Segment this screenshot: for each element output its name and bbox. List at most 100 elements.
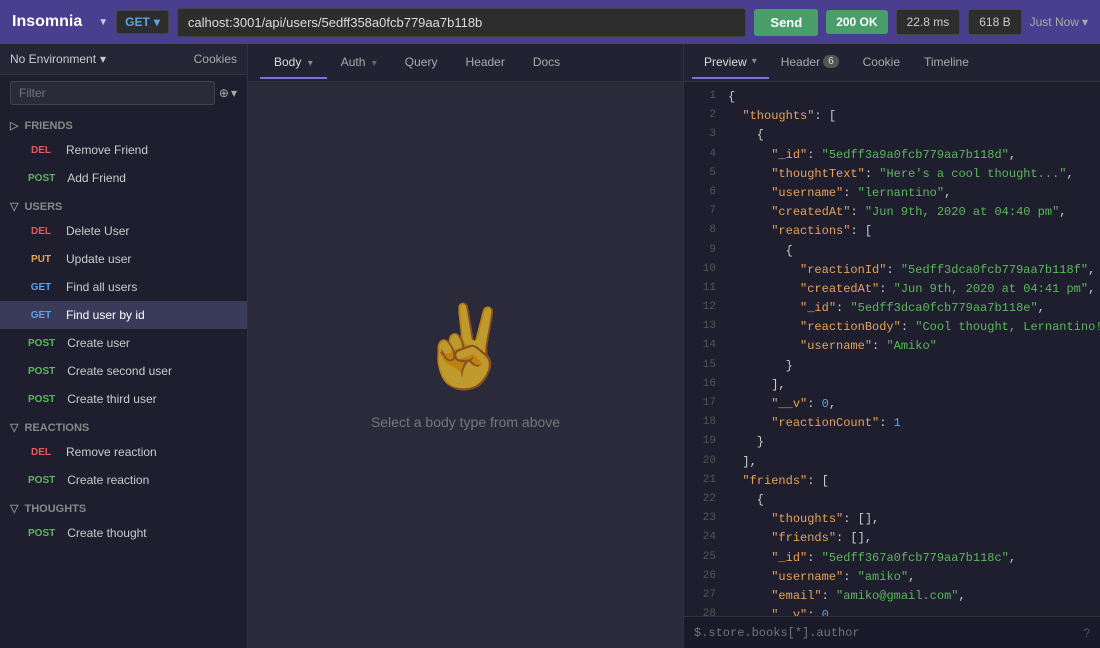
- folder-icon: ▽: [10, 502, 18, 515]
- filter-actions[interactable]: ⊕ ▾: [219, 86, 237, 100]
- json-viewer: 1{ 2 "thoughts": [ 3 { 4 "_id": "5edff3a…: [684, 82, 1100, 616]
- section-friends[interactable]: ▷ FRIENDS: [0, 111, 247, 136]
- middle-panel: Body ▾ Auth ▾ Query Header Docs ✌ Select…: [248, 44, 684, 648]
- tab-cookie[interactable]: Cookie: [851, 47, 912, 79]
- method-badge-put: PUT: [24, 253, 58, 266]
- list-item[interactable]: POST Create thought: [0, 519, 247, 547]
- help-icon[interactable]: ?: [1083, 626, 1090, 640]
- json-line: 18 "reactionCount": 1: [684, 414, 1100, 433]
- item-label: Create user: [67, 336, 130, 350]
- json-line: 23 "thoughts": [],: [684, 510, 1100, 529]
- json-line: 24 "friends": [],: [684, 529, 1100, 548]
- tab-response-header[interactable]: Header 6: [769, 47, 851, 79]
- method-badge-post: POST: [24, 527, 59, 540]
- tab-timeline[interactable]: Timeline: [912, 47, 981, 79]
- json-line: 17 "__v": 0,: [684, 395, 1100, 414]
- list-item[interactable]: GET Find all users: [0, 273, 247, 301]
- main-content: No Environment ▾ Cookies ⊕ ▾ ▷ FRIENDS D…: [0, 44, 1100, 648]
- send-button[interactable]: Send: [754, 9, 818, 36]
- preview-arrow-icon[interactable]: ▾: [752, 56, 757, 67]
- sidebar-header: No Environment ▾ Cookies: [0, 44, 247, 75]
- header-count-badge: 6: [823, 55, 839, 68]
- item-label: Create second user: [67, 364, 172, 378]
- json-line: 10 "reactionId": "5edff3dca0fcb779aa7b11…: [684, 261, 1100, 280]
- list-item[interactable]: DEL Remove reaction: [0, 438, 247, 466]
- tab-preview[interactable]: Preview ▾: [692, 47, 769, 79]
- method-arrow-icon: ▾: [154, 15, 160, 29]
- request-tab-bar: Body ▾ Auth ▾ Query Header Docs: [248, 44, 683, 82]
- method-badge-get: GET: [24, 281, 58, 294]
- json-line: 4 "_id": "5edff3a9a0fcb779aa7b118d",: [684, 146, 1100, 165]
- section-thoughts[interactable]: ▽ THOUGHTS: [0, 494, 247, 519]
- list-item[interactable]: POST Add Friend: [0, 164, 247, 192]
- tab-query[interactable]: Query: [391, 47, 452, 79]
- method-selector[interactable]: GET ▾: [116, 10, 169, 34]
- list-item[interactable]: PUT Update user: [0, 245, 247, 273]
- list-item[interactable]: POST Create reaction: [0, 466, 247, 494]
- url-input[interactable]: [177, 8, 747, 37]
- item-label: Update user: [66, 252, 131, 266]
- json-line: 11 "createdAt": "Jun 9th, 2020 at 04:41 …: [684, 280, 1100, 299]
- json-line: 14 "username": "Amiko": [684, 337, 1100, 356]
- body-content: ✌ Select a body type from above: [248, 82, 683, 648]
- json-line: 20 ],: [684, 453, 1100, 472]
- body-hint: Select a body type from above: [371, 414, 560, 430]
- json-line: 5 "thoughtText": "Here's a cool thought.…: [684, 165, 1100, 184]
- status-badge: 200 OK: [826, 10, 887, 34]
- json-line: 27 "email": "amiko@gmail.com",: [684, 587, 1100, 606]
- json-line: 22 {: [684, 491, 1100, 510]
- item-label: Add Friend: [67, 171, 126, 185]
- method-badge-post: POST: [24, 365, 59, 378]
- list-item[interactable]: DEL Remove Friend: [0, 136, 247, 164]
- list-item[interactable]: DEL Delete User: [0, 217, 247, 245]
- json-line: 16 ],: [684, 376, 1100, 395]
- json-line: 28 "__v": 0,: [684, 606, 1100, 616]
- filter-arrow-icon[interactable]: ▾: [231, 86, 237, 100]
- body-tab-arrow[interactable]: ▾: [308, 58, 313, 69]
- item-label: Delete User: [66, 224, 129, 238]
- json-line: 19 }: [684, 433, 1100, 452]
- item-label: Create reaction: [67, 473, 149, 487]
- size-badge: 618 B: [968, 9, 1021, 35]
- timestamp-arrow-icon: ▾: [1082, 15, 1088, 29]
- peace-icon: ✌: [416, 300, 516, 394]
- cookies-button[interactable]: Cookies: [194, 52, 237, 66]
- item-label: Remove reaction: [66, 445, 157, 459]
- add-icon[interactable]: ⊕: [219, 86, 229, 100]
- app-dropdown-icon[interactable]: ▼: [98, 17, 108, 28]
- auth-tab-arrow[interactable]: ▾: [372, 58, 377, 69]
- list-item[interactable]: POST Create third user: [0, 385, 247, 413]
- env-arrow-icon: ▾: [100, 52, 106, 66]
- filter-bar: ⊕ ▾: [0, 75, 247, 111]
- tab-auth[interactable]: Auth ▾: [327, 47, 391, 79]
- folder-icon: ▽: [10, 421, 18, 434]
- section-label: THOUGHTS: [24, 503, 86, 515]
- json-line: 6 "username": "lernantino",: [684, 184, 1100, 203]
- list-item[interactable]: POST Create second user: [0, 357, 247, 385]
- json-line: 9 {: [684, 242, 1100, 261]
- tab-header[interactable]: Header: [451, 47, 518, 79]
- json-line: 26 "username": "amiko",: [684, 568, 1100, 587]
- query-input[interactable]: [694, 626, 1083, 640]
- json-line: 2 "thoughts": [: [684, 107, 1100, 126]
- section-users[interactable]: ▽ USERS: [0, 192, 247, 217]
- folder-icon: ▽: [10, 200, 18, 213]
- json-line: 8 "reactions": [: [684, 222, 1100, 241]
- json-line: 21 "friends": [: [684, 472, 1100, 491]
- section-label: REACTIONS: [24, 422, 89, 434]
- tab-body[interactable]: Body ▾: [260, 47, 327, 79]
- app-title: Insomnia: [12, 13, 82, 31]
- method-label: GET: [125, 15, 150, 29]
- method-badge-del: DEL: [24, 225, 58, 238]
- tab-docs[interactable]: Docs: [519, 47, 574, 79]
- section-label: FRIENDS: [24, 120, 72, 132]
- right-panel: Preview ▾ Header 6 Cookie Timeline 1{ 2 …: [684, 44, 1100, 648]
- env-selector[interactable]: No Environment ▾: [10, 52, 106, 66]
- list-item-active[interactable]: GET Find user by id: [0, 301, 247, 329]
- json-line: 1{: [684, 88, 1100, 107]
- list-item[interactable]: POST Create user: [0, 329, 247, 357]
- section-reactions[interactable]: ▽ REACTIONS: [0, 413, 247, 438]
- filter-input[interactable]: [10, 81, 215, 105]
- top-bar: Insomnia ▼ GET ▾ Send 200 OK 22.8 ms 618…: [0, 0, 1100, 44]
- query-bar: ?: [684, 616, 1100, 648]
